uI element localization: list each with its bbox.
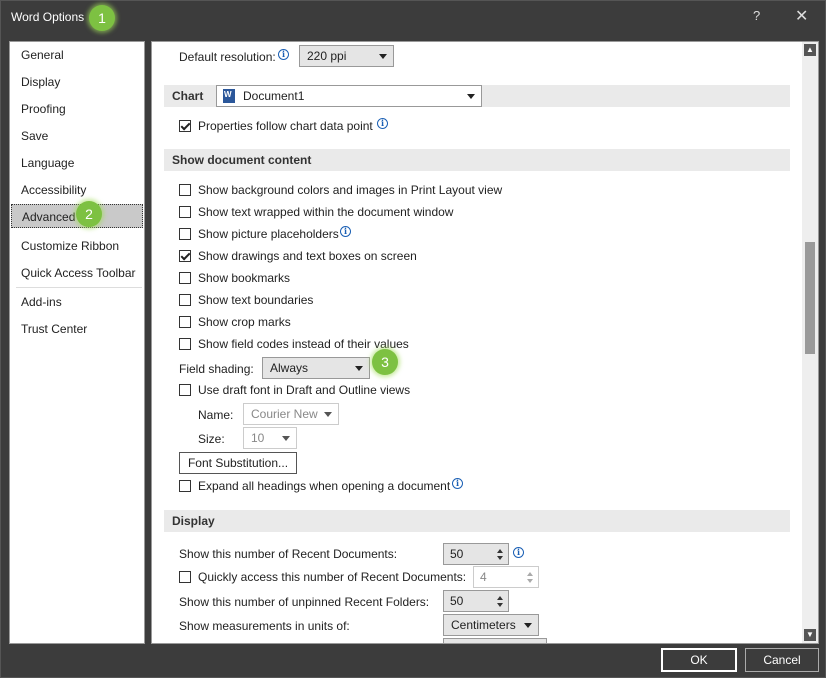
spin-up-icon[interactable] (497, 596, 503, 600)
show-crop-marks-checkbox[interactable] (179, 316, 191, 328)
spin-down-icon[interactable] (497, 603, 503, 607)
properties-follow-label: Properties follow chart data point (198, 119, 373, 133)
scroll-up-icon[interactable]: ▲ (804, 44, 816, 56)
spin-down-icon[interactable] (497, 556, 503, 560)
step-badge-2: 2 (76, 201, 102, 227)
step-badge-1: 1 (89, 5, 115, 31)
word-document-icon (223, 89, 235, 103)
expand-headings-checkbox[interactable] (179, 480, 191, 492)
scroll-down-icon[interactable]: ▼ (804, 629, 816, 641)
field-shading-value: Always (270, 361, 309, 375)
show-background-label: Show background colors and images in Pri… (198, 183, 503, 197)
info-icon[interactable]: i (278, 49, 289, 60)
recent-documents-stepper[interactable]: 50 (443, 543, 509, 565)
spin-up-icon[interactable] (527, 572, 533, 576)
ok-button[interactable]: OK (661, 648, 737, 672)
measurements-value: Centimeters (451, 618, 516, 632)
chart-document-value: Document1 (243, 89, 305, 103)
show-crop-marks-label: Show crop marks (198, 315, 291, 329)
show-picture-placeholders-checkbox[interactable] (179, 228, 191, 240)
cancel-button[interactable]: Cancel (745, 648, 819, 672)
sidebar-item-display[interactable]: Display (11, 70, 143, 94)
properties-follow-checkbox[interactable] (179, 120, 191, 132)
sidebar-item-quick-access-toolbar[interactable]: Quick Access Toolbar (11, 261, 143, 285)
spin-up-icon[interactable] (497, 549, 503, 553)
chart-document-dropdown[interactable]: Document1 (216, 85, 482, 107)
sidebar-item-general[interactable]: General (11, 43, 143, 67)
draft-font-checkbox[interactable] (179, 384, 191, 396)
partial-dropdown[interactable] (443, 638, 547, 643)
quick-access-label: Quickly access this number of Recent Doc… (198, 570, 467, 584)
measurements-label: Show measurements in units of: (179, 619, 350, 633)
word-options-dialog: Word Options ? ✕ 1 General Display Proof… (0, 0, 826, 678)
expand-headings-label: Expand all headings when opening a docum… (198, 479, 451, 493)
sidebar-item-proofing[interactable]: Proofing (11, 97, 143, 121)
show-drawings-checkbox[interactable] (179, 250, 191, 262)
chevron-down-icon (324, 412, 332, 417)
font-name-dropdown[interactable]: Courier New (243, 403, 339, 425)
sidebar-divider (16, 287, 142, 288)
title-bar: Word Options ? ✕ (1, 1, 825, 33)
spin-down-icon[interactable] (527, 579, 533, 583)
field-shading-dropdown[interactable]: Always (262, 357, 370, 379)
recent-documents-value: 50 (450, 547, 464, 561)
info-icon[interactable]: i (513, 547, 524, 558)
display-section-header: Display (164, 510, 790, 532)
chevron-down-icon (282, 436, 290, 441)
show-text-boundaries-checkbox[interactable] (179, 294, 191, 306)
default-resolution-value: 220 ppi (307, 49, 347, 63)
sidebar-item-add-ins[interactable]: Add-ins (11, 290, 143, 314)
info-icon[interactable]: i (377, 118, 388, 129)
help-button[interactable]: ? (753, 8, 760, 23)
quick-access-checkbox[interactable] (179, 571, 191, 583)
font-size-value: 10 (251, 431, 265, 445)
recent-folders-label: Show this number of unpinned Recent Fold… (179, 595, 430, 609)
show-text-wrapped-checkbox[interactable] (179, 206, 191, 218)
sidebar-item-language[interactable]: Language (11, 151, 143, 175)
show-text-wrapped-label: Show text wrapped within the document wi… (198, 205, 454, 219)
step-badge-3: 3 (372, 349, 398, 375)
sidebar-item-save[interactable]: Save (11, 124, 143, 148)
default-resolution-label: Default resolution: (179, 50, 276, 64)
chevron-down-icon (379, 54, 387, 59)
show-bookmarks-label: Show bookmarks (198, 271, 291, 285)
font-name-value: Courier New (251, 407, 318, 421)
chevron-down-icon (355, 366, 363, 371)
default-resolution-dropdown[interactable]: 220 ppi (299, 45, 394, 67)
sidebar-item-customize-ribbon[interactable]: Customize Ribbon (11, 234, 143, 258)
info-icon[interactable]: i (340, 226, 351, 237)
options-sidebar: General Display Proofing Save Language A… (9, 41, 145, 644)
sidebar-item-accessibility[interactable]: Accessibility (11, 178, 143, 202)
show-bookmarks-checkbox[interactable] (179, 272, 191, 284)
font-name-label: Name: (198, 408, 234, 422)
quick-access-value: 4 (480, 570, 487, 584)
advanced-options-panel: Default resolution: i 220 ppi Chart Docu… (151, 41, 819, 644)
recent-documents-label: Show this number of Recent Documents: (179, 547, 398, 561)
sidebar-item-trust-center[interactable]: Trust Center (11, 317, 143, 341)
font-substitution-button[interactable]: Font Substitution... (179, 452, 297, 474)
info-icon[interactable]: i (452, 478, 463, 489)
measurements-dropdown[interactable]: Centimeters (443, 614, 539, 636)
recent-folders-value: 50 (450, 594, 464, 608)
show-picture-placeholders-label: Show picture placeholders (198, 227, 339, 241)
chevron-down-icon (524, 623, 532, 628)
show-document-content-header: Show document content (164, 149, 790, 171)
font-size-label: Size: (198, 432, 225, 446)
close-icon[interactable]: ✕ (795, 6, 808, 26)
show-drawings-label: Show drawings and text boxes on screen (198, 249, 417, 263)
show-background-checkbox[interactable] (179, 184, 191, 196)
chevron-down-icon (467, 94, 475, 99)
show-field-codes-checkbox[interactable] (179, 338, 191, 350)
dialog-title: Word Options (11, 10, 85, 24)
field-shading-label: Field shading: (179, 362, 254, 376)
show-text-boundaries-label: Show text boundaries (198, 293, 314, 307)
content-scrollbar[interactable]: ▲ ▼ (802, 42, 818, 643)
show-field-codes-label: Show field codes instead of their values (198, 337, 409, 351)
font-size-dropdown[interactable]: 10 (243, 427, 297, 449)
recent-folders-stepper[interactable]: 50 (443, 590, 509, 612)
quick-access-stepper[interactable]: 4 (473, 566, 539, 588)
draft-font-label: Use draft font in Draft and Outline view… (198, 383, 411, 397)
scrollbar-thumb[interactable] (805, 242, 815, 354)
